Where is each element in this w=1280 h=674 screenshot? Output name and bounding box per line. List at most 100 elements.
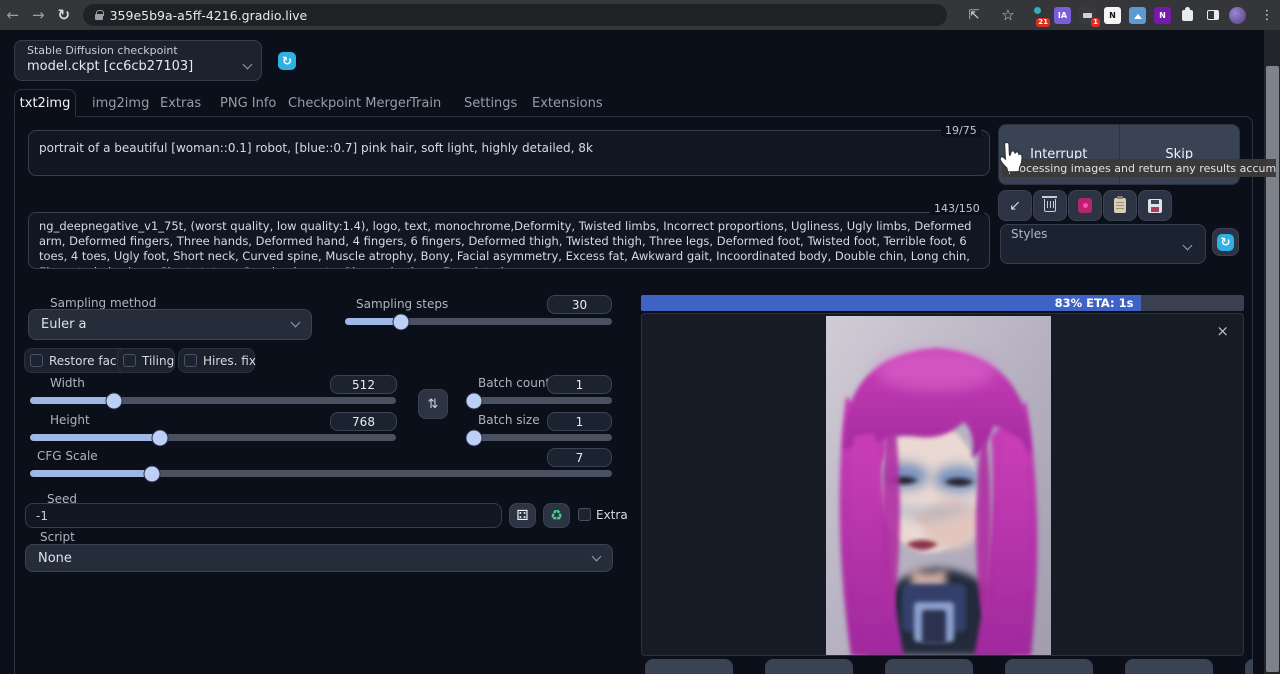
- height-label: Height: [50, 413, 90, 427]
- checkpoint-label: Stable Diffusion checkpoint: [27, 44, 178, 57]
- floppy-icon: [1148, 199, 1162, 213]
- hires-fix-label: Hires. fix: [203, 354, 256, 368]
- interrupt-tooltip: processing images and return any results…: [1002, 159, 1276, 177]
- width-label: Width: [50, 376, 85, 390]
- chevron-down-icon: [1183, 241, 1193, 251]
- batch-size-label: Batch size: [478, 413, 540, 427]
- sampling-steps-value[interactable]: 30: [547, 295, 612, 314]
- swap-dimensions-button[interactable]: ⇅: [418, 389, 448, 419]
- tab-train[interactable]: Train: [410, 96, 441, 111]
- sampling-steps-slider[interactable]: [345, 318, 612, 325]
- mouse-cursor: [995, 141, 1023, 175]
- gallery-actions-row: [645, 659, 1253, 674]
- back-icon[interactable]: ←: [0, 6, 26, 24]
- apply-style-button[interactable]: [1103, 190, 1137, 221]
- cfg-scale-label: CFG Scale: [37, 449, 98, 463]
- styles-label: Styles: [1011, 227, 1047, 241]
- browser-menu-icon[interactable]: ⋮: [1254, 8, 1280, 23]
- trash-icon: [1044, 199, 1056, 212]
- checkpoint-refresh-button[interactable]: ↻: [278, 52, 296, 70]
- progress-text: 83% ETA: 1s: [1055, 296, 1134, 310]
- close-icon[interactable]: ×: [1216, 324, 1229, 339]
- reload-icon[interactable]: ↻: [51, 6, 77, 24]
- hires-fix-checkbox[interactable]: [184, 354, 197, 367]
- extension-image-icon[interactable]: [1129, 7, 1146, 24]
- restore-faces-checkbox[interactable]: [30, 354, 43, 367]
- gallery-action-button[interactable]: [645, 659, 733, 674]
- batch-size-slider[interactable]: [470, 434, 612, 441]
- tiling-checkbox[interactable]: [123, 354, 136, 367]
- clear-prompt-button[interactable]: [1033, 190, 1067, 221]
- seed-extra-label: Extra: [596, 508, 628, 522]
- sampling-method-dropdown[interactable]: Euler a: [28, 309, 312, 340]
- tab-settings[interactable]: Settings: [464, 96, 517, 111]
- sampling-method-label: Sampling method: [50, 296, 156, 310]
- chevron-down-icon: [243, 60, 253, 70]
- chevron-down-icon: [592, 551, 602, 561]
- height-value[interactable]: 768: [330, 412, 397, 431]
- refresh-icon: ↻: [1217, 234, 1234, 251]
- save-style-button[interactable]: [1138, 190, 1172, 221]
- tab-txt2img[interactable]: txt2img: [14, 89, 76, 117]
- sampling-steps-label: Sampling steps: [356, 297, 448, 311]
- page-scrollbar[interactable]: [1264, 30, 1280, 674]
- seed-extra-checkbox[interactable]: [578, 508, 591, 521]
- progress-fill: 83% ETA: 1s: [641, 295, 1141, 311]
- profile-avatar[interactable]: [1229, 7, 1246, 24]
- chevron-down-icon: [291, 318, 301, 328]
- random-seed-dice-button[interactable]: ⚃: [509, 503, 536, 528]
- generated-image[interactable]: [826, 316, 1051, 656]
- extension-ia-icon[interactable]: IA: [1054, 7, 1071, 24]
- forward-icon[interactable]: →: [26, 6, 52, 24]
- prompt-textarea[interactable]: portrait of a beautiful [woman::0.1] rob…: [28, 130, 990, 176]
- seed-input[interactable]: -1: [25, 503, 502, 528]
- tab-img2img[interactable]: img2img: [92, 96, 149, 111]
- styles-refresh-button[interactable]: ↻: [1212, 228, 1239, 256]
- progress-bar: 83% ETA: 1s: [641, 295, 1244, 311]
- browser-toolbar: ← → ↻ 359e5b9a-a5ff-4216.gradio.live ⇱ ☆…: [0, 0, 1280, 30]
- styles-block[interactable]: Styles: [1000, 224, 1206, 264]
- script-label: Script: [40, 530, 75, 544]
- gallery-action-button[interactable]: [1125, 659, 1213, 674]
- checkpoint-block: Stable Diffusion checkpoint model.ckpt […: [14, 40, 262, 81]
- negative-token-counter: 143/150: [930, 202, 984, 215]
- width-value[interactable]: 512: [330, 375, 397, 394]
- share-icon[interactable]: ⇱: [961, 8, 987, 23]
- gallery-action-button[interactable]: [1005, 659, 1093, 674]
- url-text: 359e5b9a-a5ff-4216.gradio.live: [110, 8, 308, 23]
- checkpoint-dropdown[interactable]: model.ckpt [cc6cb27103]: [27, 59, 251, 74]
- extension-dark-icon[interactable]: 1: [1079, 7, 1096, 24]
- width-slider[interactable]: [30, 397, 396, 404]
- extension-notion-icon[interactable]: N: [1104, 7, 1121, 24]
- gallery-action-button[interactable]: [885, 659, 973, 674]
- tab-png-info[interactable]: PNG Info: [220, 96, 276, 111]
- negative-prompt-textarea[interactable]: ng_deepnegative_v1_75t, (worst quality, …: [28, 212, 990, 269]
- height-slider[interactable]: [30, 434, 396, 441]
- extra-networks-button[interactable]: [1068, 190, 1102, 221]
- bookmark-star-icon[interactable]: ☆: [995, 6, 1021, 24]
- extensions-puzzle-icon[interactable]: [1179, 7, 1196, 24]
- scrollbar-thumb[interactable]: [1266, 66, 1279, 672]
- gallery-action-button[interactable]: [765, 659, 853, 674]
- tab-extensions[interactable]: Extensions: [532, 96, 603, 111]
- batch-count-label: Batch count: [478, 376, 550, 390]
- batch-count-value[interactable]: 1: [547, 375, 612, 394]
- card-icon: [1078, 198, 1092, 213]
- batch-count-slider[interactable]: [470, 397, 612, 404]
- reuse-seed-recycle-button[interactable]: ♻: [543, 503, 570, 528]
- script-dropdown[interactable]: None: [25, 544, 613, 572]
- address-bar[interactable]: 359e5b9a-a5ff-4216.gradio.live: [83, 4, 947, 26]
- cfg-scale-slider[interactable]: [30, 470, 612, 477]
- extension-onenote-icon[interactable]: N: [1154, 7, 1171, 24]
- read-params-button[interactable]: ↙: [998, 190, 1032, 221]
- batch-size-value[interactable]: 1: [547, 412, 612, 431]
- tab-checkpoint-merger[interactable]: Checkpoint Merger: [288, 96, 411, 111]
- cfg-scale-value[interactable]: 7: [547, 448, 612, 467]
- sidepanel-icon[interactable]: [1204, 7, 1221, 24]
- extension-tasks-icon[interactable]: 21: [1029, 7, 1046, 24]
- lock-icon: [95, 14, 103, 20]
- gallery-action-button[interactable]: [1245, 659, 1253, 674]
- clipboard-icon: [1114, 198, 1126, 213]
- tab-extras[interactable]: Extras: [160, 96, 201, 111]
- prompt-token-counter: 19/75: [941, 124, 981, 137]
